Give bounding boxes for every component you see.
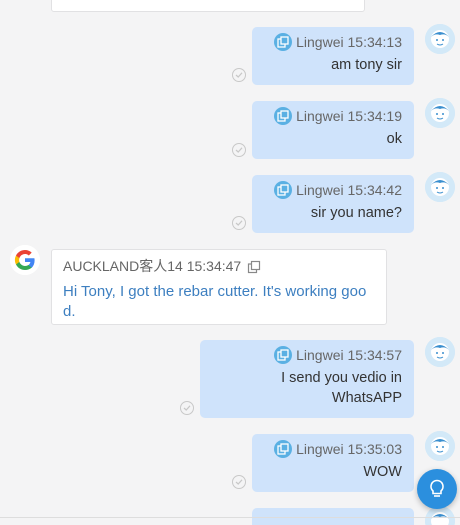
message-meta: Lingwei 15:34:57 (212, 346, 402, 364)
message-meta: Lingwei 15:34:13 (264, 33, 402, 51)
avatar[interactable] (425, 24, 455, 54)
message-sender: Lingwei (296, 108, 344, 124)
message-sender: Lingwei (296, 347, 344, 363)
avatar[interactable] (425, 337, 455, 367)
lightbulb-button[interactable] (417, 469, 457, 509)
copy-icon[interactable] (274, 440, 293, 458)
message-text: Hi Tony, I got the rebar cutter. It's wo… (63, 283, 367, 320)
copy-icon[interactable] (247, 260, 261, 278)
message-text: am tony sir (331, 57, 402, 73)
copy-icon[interactable] (274, 107, 293, 125)
message-text: I send you vedio in WhatsAPP (281, 370, 402, 406)
message-bubble-incoming: AUCKLAND客人14 15:34:47 Hi Tony, I got the… (51, 249, 387, 325)
google-icon (10, 245, 40, 275)
message-meta: AUCKLAND客人14 15:34:47 (63, 257, 375, 278)
message-bubble-outgoing: Lingwei 15:34:57 I send you vedio in Wha… (200, 340, 414, 418)
message-meta: Lingwei 15:34:19 (264, 107, 402, 125)
agent-avatar-icon (425, 24, 455, 54)
check-circle-icon (232, 68, 246, 82)
copy-icon[interactable] (274, 181, 293, 199)
message-time: 15:34:57 (347, 347, 403, 363)
lightbulb-icon (430, 479, 444, 497)
message-time: 15:34:13 (347, 34, 403, 50)
message-sender: Lingwei (296, 182, 344, 198)
avatar[interactable] (425, 431, 455, 461)
chat-message-list[interactable]: Lingwei 15:34:13 am tony sir Lingwei 15:… (0, 0, 460, 525)
message-meta: Lingwei 15:35:03 (264, 440, 402, 458)
agent-avatar-icon (425, 98, 455, 128)
message-time: 15:35:03 (347, 441, 403, 457)
check-circle-icon (232, 475, 246, 489)
message-sender: Lingwei (296, 441, 344, 457)
message-sender: Lingwei (296, 34, 344, 50)
message-time: 15:34:47 (186, 258, 242, 274)
agent-avatar-icon (425, 431, 455, 461)
message-text: ok (386, 131, 402, 147)
message-time: 15:34:19 (347, 108, 403, 124)
message-sender: AUCKLAND客人14 (63, 258, 183, 274)
message-bubble-partial (51, 0, 365, 12)
check-circle-icon (180, 401, 194, 415)
avatar[interactable] (425, 98, 455, 128)
message-time: 15:34:42 (347, 182, 403, 198)
agent-avatar-icon (425, 506, 455, 525)
message-text: sir you name? (310, 205, 402, 221)
copy-icon[interactable] (274, 33, 293, 51)
check-circle-icon (232, 216, 246, 230)
message-bubble-outgoing: Lingwei 15:34:42 sir you name? (252, 175, 414, 233)
copy-icon[interactable] (274, 346, 293, 364)
message-text: WOW (363, 464, 402, 480)
message-bubble-outgoing: Lingwei 15:34:13 am tony sir (252, 27, 414, 85)
avatar[interactable] (425, 172, 455, 202)
message-bubble-outgoing: Lingwei 15:34:19 ok (252, 101, 414, 159)
check-circle-icon (232, 143, 246, 157)
agent-avatar-icon (425, 337, 455, 367)
message-bubble-outgoing: Lingwei 15:35:03 WOW (252, 434, 414, 492)
avatar[interactable] (425, 506, 455, 525)
agent-avatar-icon (425, 172, 455, 202)
divider (0, 517, 460, 518)
message-meta: Lingwei 15:34:42 (264, 181, 402, 199)
